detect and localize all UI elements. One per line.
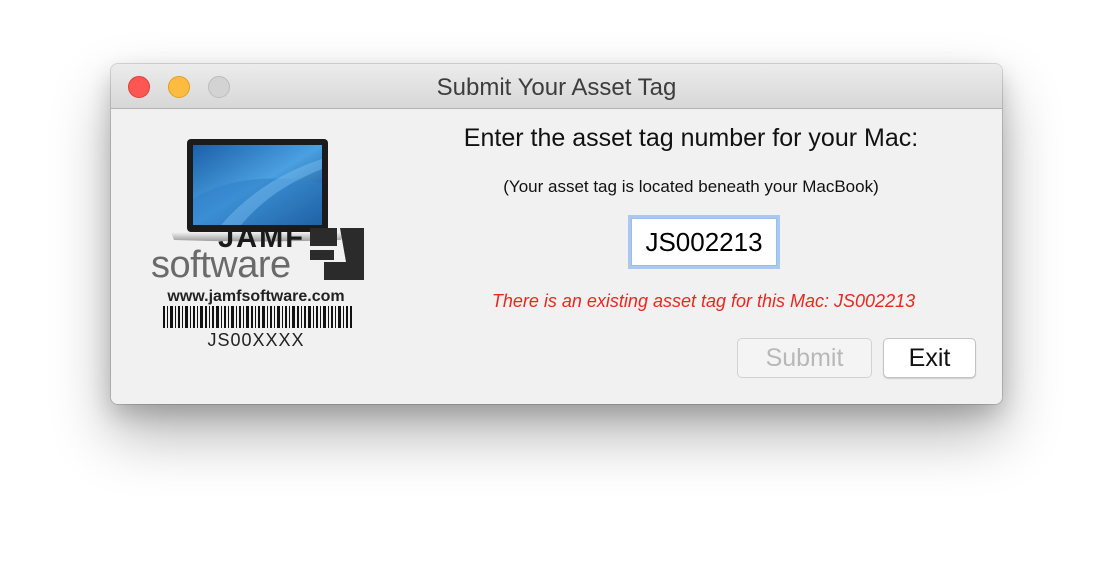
asset-tag-window: Submit Your Asset Tag JAMF software www.…	[111, 64, 1002, 404]
prompt-subtext: (Your asset tag is located beneath your …	[503, 177, 879, 196]
exit-button[interactable]: Exit	[883, 338, 976, 378]
jamf-brand-mark-icon	[310, 228, 364, 280]
submit-button[interactable]: Submit	[737, 338, 872, 378]
barcode-icon	[163, 306, 352, 328]
brand-url: www.jamfsoftware.com	[167, 288, 345, 305]
error-message: There is an existing asset tag for this …	[491, 291, 916, 311]
dialog-content: JAMF software www.jamfsoftware.com JS00X…	[111, 109, 1002, 404]
title-bar: Submit Your Asset Tag	[111, 64, 1002, 109]
prompt-heading: Enter the asset tag number for your Mac:	[463, 124, 919, 152]
jamf-logo: JAMF software www.jamfsoftware.com JS00X…	[151, 139, 371, 389]
brand-software-text: software	[151, 244, 291, 286]
barcode-text: JS00XXXX	[207, 330, 305, 350]
window-title: Submit Your Asset Tag	[436, 74, 677, 101]
asset-tag-input[interactable]	[631, 218, 777, 266]
